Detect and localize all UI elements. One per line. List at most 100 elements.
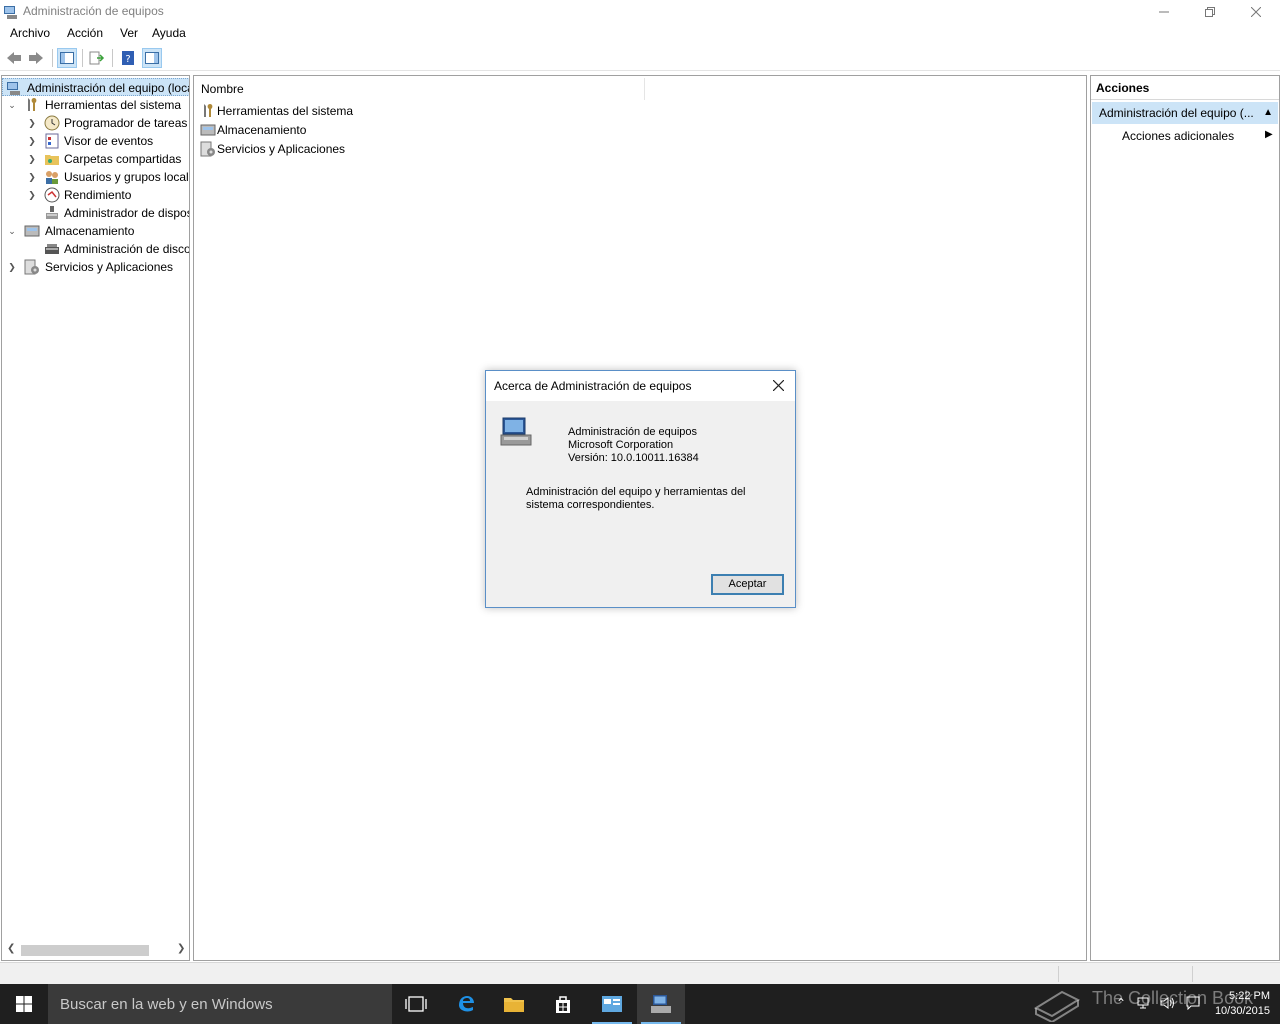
- close-icon: [772, 379, 784, 392]
- taskbar: Buscar en la web y en Windows The Collec…: [0, 984, 1280, 1024]
- tree-item-label: Rendimiento: [64, 188, 132, 202]
- services-icon: [200, 141, 215, 157]
- tree-item-local-users[interactable]: ❯ Usuarios y grupos locales: [2, 168, 190, 186]
- dialog-title: Acerca de Administración de equipos: [494, 379, 692, 393]
- console-tree-icon: [60, 52, 74, 64]
- computer-management-icon: [651, 995, 671, 1013]
- chevron-right-icon[interactable]: ❯: [7, 261, 17, 273]
- forward-button[interactable]: [26, 48, 46, 68]
- chevron-right-icon[interactable]: ❯: [27, 135, 37, 147]
- actions-pane: Acciones Administración del equipo (... …: [1090, 75, 1280, 961]
- edge-icon: [459, 996, 474, 1012]
- tree-item-performance[interactable]: ❯ Rendimiento: [2, 186, 189, 204]
- back-button[interactable]: [4, 48, 24, 68]
- chevron-down-icon[interactable]: ⌄: [7, 99, 17, 111]
- tree-item-disk-management[interactable]: Administración de discos: [2, 240, 189, 258]
- search-box[interactable]: Buscar en la web y en Windows: [48, 984, 392, 1024]
- menu-ver[interactable]: Ver: [120, 26, 138, 40]
- company-name: Microsoft Corporation: [568, 439, 674, 451]
- chevron-right-icon[interactable]: ❯: [27, 189, 37, 201]
- dialog-title-bar: Acerca de Administración de equipos: [486, 371, 795, 401]
- scroll-left-icon[interactable]: ❮: [7, 943, 15, 954]
- actions-section-computer-management[interactable]: Administración del equipo (... ▲: [1092, 102, 1278, 124]
- toolbar-separator: [82, 49, 83, 67]
- tree-item-computer-management[interactable]: Administración del equipo (local): [2, 78, 190, 96]
- tree-item-event-viewer[interactable]: ❯ Visor de eventos: [2, 132, 189, 150]
- show-hide-action-pane-button[interactable]: [142, 48, 162, 68]
- actions-header: Acciones: [1091, 76, 1279, 100]
- list-item-label: Herramientas del sistema: [217, 104, 354, 118]
- list-item-label: Servicios y Aplicaciones: [217, 142, 346, 156]
- collapse-up-icon[interactable]: ▲: [1263, 107, 1273, 118]
- computer-management-icon: [7, 82, 20, 95]
- actions-header-label: Acciones: [1096, 81, 1150, 95]
- task-view-button[interactable]: [392, 984, 440, 1024]
- column-header-name[interactable]: Nombre: [194, 76, 1086, 100]
- users-icon: [46, 171, 58, 184]
- tree-item-task-scheduler[interactable]: ❯ Programador de tareas: [2, 114, 189, 132]
- shared-folder-icon: [45, 155, 59, 165]
- tree-item-services-apps[interactable]: ❯ Servicios y Aplicaciones: [2, 258, 189, 276]
- tree-item-shared-folders[interactable]: ❯ Carpetas compartidas: [2, 150, 189, 168]
- clock-time: 5:22 PM: [1229, 990, 1270, 1002]
- minimize-button[interactable]: [1141, 0, 1187, 24]
- product-name: Administración de equipos: [568, 426, 698, 438]
- disk-icon: [45, 244, 59, 254]
- menu-ayuda[interactable]: Ayuda: [152, 26, 186, 40]
- taskbar-file-explorer[interactable]: [490, 984, 538, 1024]
- show-hide-tree-button[interactable]: [57, 48, 77, 68]
- performance-icon: [44, 187, 60, 203]
- taskbar-app-computer-management[interactable]: [637, 984, 685, 1024]
- tree-item-label: Administración del equipo (local): [27, 81, 190, 95]
- start-button[interactable]: [0, 984, 48, 1024]
- chevron-right-icon[interactable]: ❯: [27, 117, 37, 129]
- ok-button[interactable]: Aceptar: [711, 574, 784, 595]
- event-viewer-icon: [45, 133, 59, 149]
- horizontal-scrollbar[interactable]: ❮ ❯: [3, 942, 188, 959]
- scroll-right-icon[interactable]: ❯: [177, 943, 185, 954]
- forward-arrow-icon: [29, 52, 43, 64]
- network-icon[interactable]: [1137, 996, 1151, 1010]
- help-button[interactable]: ?: [118, 48, 138, 68]
- tree-item-label: Usuarios y grupos locales: [64, 170, 190, 184]
- menu-accion[interactable]: Acción: [67, 26, 103, 40]
- services-icon: [24, 259, 39, 275]
- chevron-down-icon[interactable]: ⌄: [7, 225, 17, 237]
- computer-management-icon: [500, 417, 532, 446]
- tree-item-device-manager[interactable]: Administrador de dispositivos: [2, 204, 189, 222]
- clock[interactable]: 5:22 PM 10/30/2015: [1215, 989, 1270, 1019]
- window-title: Administración de equipos: [23, 4, 164, 18]
- column-divider[interactable]: [644, 78, 645, 100]
- show-hidden-icons-icon[interactable]: ⌃: [1116, 996, 1126, 1010]
- scrollbar-thumb[interactable]: [21, 945, 149, 956]
- folder-icon: [504, 998, 524, 1012]
- maximize-button[interactable]: [1187, 0, 1233, 24]
- minimize-icon: [1159, 11, 1169, 13]
- tree-item-label: Servicios y Aplicaciones: [45, 260, 174, 274]
- more-actions-item[interactable]: Acciones adicionales: [1122, 129, 1234, 143]
- tree-item-label: Herramientas del sistema: [45, 98, 182, 112]
- tools-icon: [28, 98, 37, 111]
- status-bar: [0, 962, 1280, 984]
- svg-text:?: ?: [125, 54, 130, 65]
- close-button[interactable]: [1233, 0, 1279, 24]
- export-list-button[interactable]: [87, 48, 107, 68]
- taskbar-app-server-manager[interactable]: [588, 984, 636, 1024]
- toolbar-separator: [52, 49, 53, 67]
- menu-bar: Archivo Acción Ver Ayuda: [0, 24, 1280, 44]
- volume-icon[interactable]: [1160, 996, 1176, 1010]
- clock-icon: [44, 115, 60, 131]
- action-center-icon[interactable]: [1186, 996, 1200, 1010]
- tree-item-system-tools[interactable]: ⌄ Herramientas del sistema: [2, 96, 189, 114]
- dialog-close-button[interactable]: [769, 377, 787, 395]
- tree-item-label: Programador de tareas: [64, 116, 188, 130]
- chevron-right-icon[interactable]: ❯: [27, 153, 37, 165]
- help-icon: ?: [122, 51, 134, 65]
- chevron-right-icon[interactable]: ❯: [27, 171, 37, 183]
- server-manager-icon: [602, 996, 622, 1012]
- tree-item-storage[interactable]: ⌄ Almacenamiento: [2, 222, 189, 240]
- taskbar-edge[interactable]: [442, 984, 490, 1024]
- menu-archivo[interactable]: Archivo: [10, 26, 50, 40]
- taskbar-store[interactable]: [539, 984, 587, 1024]
- console-tree-pane: Administración del equipo (local) ⌄ Herr…: [1, 75, 190, 961]
